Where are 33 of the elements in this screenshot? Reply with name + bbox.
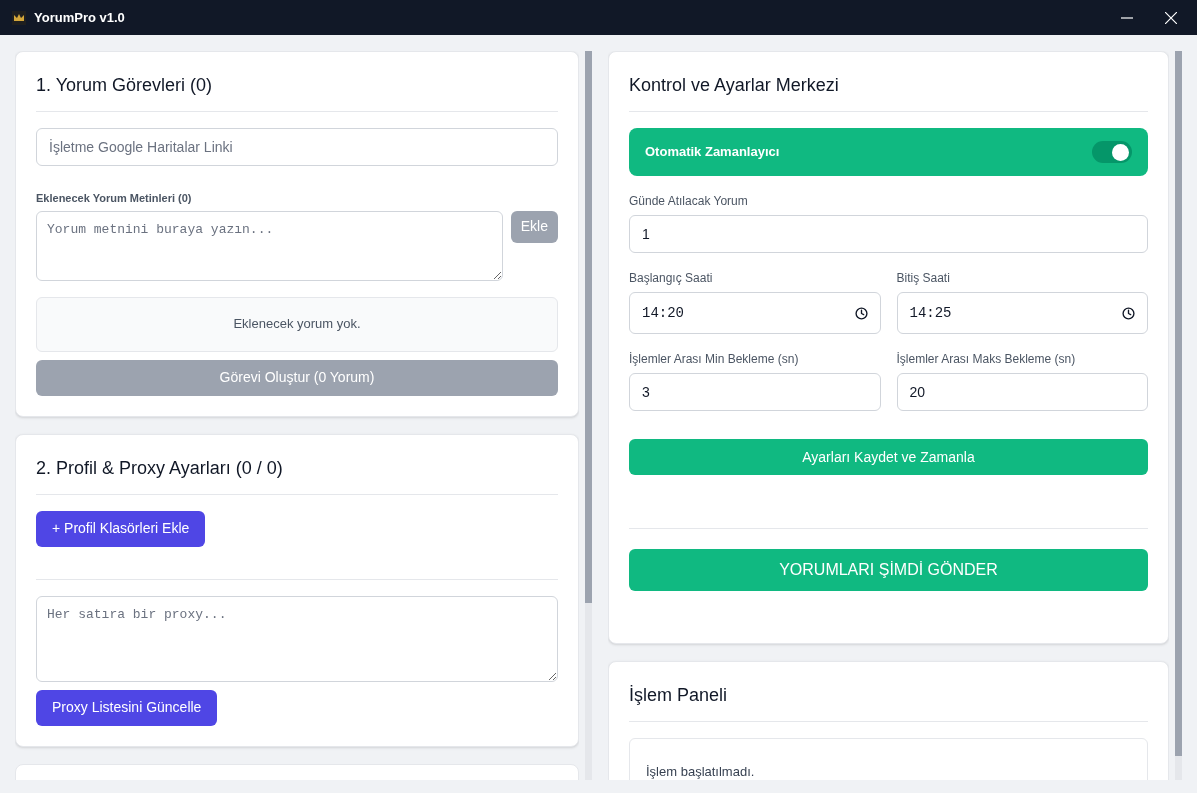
field-label: Eklenecek Yorum Metinleri (0) — [36, 191, 193, 206]
field-label: İşlemler Arası Min Bekleme (sn) — [629, 351, 800, 368]
input-field[interactable]: 20 — [896, 373, 1148, 411]
card-title: İşlem Paneli — [629, 682, 1148, 722]
add-folders-button[interactable]: + Profil Klasörleri Ekle — [36, 510, 206, 547]
comment-textarea[interactable]: Yorum metnini buraya yazın... — [36, 210, 503, 281]
scrollbar[interactable] — [585, 51, 592, 780]
time-field[interactable]: 14:20 — [629, 292, 881, 334]
field-label: İşlemler Arası Maks Bekleme (sn) — [896, 351, 1077, 368]
field-label: Bitiş Saati — [896, 270, 951, 287]
toggle-switch[interactable] — [1092, 141, 1132, 163]
card-title: 1. Yorum Görevleri (0) — [36, 72, 558, 112]
card-title: Kontrol ve Ayarlar Merkezi — [629, 72, 1148, 112]
crown-icon — [12, 10, 26, 25]
window-title: YorumPro v1.0 — [34, 8, 125, 27]
proxy-textarea[interactable]: Her satıra bir proxy... — [36, 595, 558, 682]
update-proxy-button[interactable]: Proxy Listesini Güncelle — [36, 689, 218, 726]
link-field[interactable]: İşletme Google Haritalar Linki — [36, 128, 558, 166]
clock-icon[interactable] — [1122, 306, 1135, 320]
input-field[interactable]: 3 — [629, 373, 881, 411]
field-label: Başlangıç Saati — [629, 270, 714, 287]
field-label: Günde Atılacak Yorum — [629, 193, 749, 210]
input-field[interactable]: 1 — [629, 215, 1148, 253]
scheduler-label: Otomatik Zamanlayıcı — [645, 143, 780, 162]
time-field[interactable]: 14:25 — [896, 292, 1148, 334]
close-icon[interactable] — [1165, 11, 1177, 24]
log-message: İşlem başlatılmadı. — [646, 764, 755, 779]
scrollbar-thumb[interactable] — [585, 51, 592, 603]
clock-icon[interactable] — [854, 306, 868, 320]
empty-message: Eklenecek yorum yok. — [233, 315, 361, 334]
time-value: 14:25 — [909, 303, 952, 323]
card-title: 2. Profil & Proxy Ayarları (0 / 0) — [36, 454, 558, 495]
time-value: 14:20 — [642, 303, 684, 323]
